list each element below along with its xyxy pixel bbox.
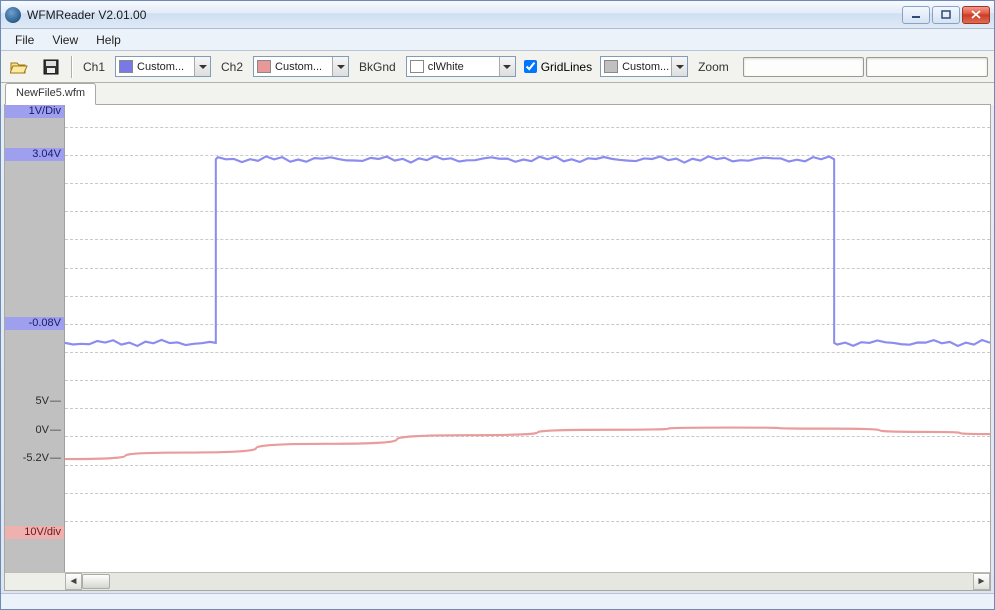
ch2-trace (65, 428, 990, 459)
menu-help[interactable]: Help (88, 31, 129, 49)
gridlines-checkbox[interactable]: GridLines (524, 60, 592, 74)
app-icon (5, 7, 21, 23)
folder-open-icon (10, 59, 28, 75)
chevron-down-icon (332, 57, 348, 76)
chevron-down-icon (499, 57, 515, 76)
ch2-color-combo[interactable]: Custom... (253, 56, 349, 77)
ch1-high-label: 3.04V (5, 148, 64, 161)
menubar: File View Help (1, 29, 994, 51)
close-button[interactable] (962, 6, 990, 24)
y-axis-gutter: 1V/Div 3.04V -0.08V 5V 0V -5.2V 10V/div (5, 105, 65, 572)
tabbar: NewFile5.wfm (1, 83, 994, 105)
horizontal-scrollbar[interactable]: ◄ ► (5, 572, 990, 590)
ch1-low-label: -0.08V (5, 317, 64, 330)
waveform-plot[interactable] (65, 105, 990, 572)
menu-file[interactable]: File (7, 31, 42, 49)
ch1-trace (65, 156, 990, 346)
open-button[interactable] (7, 55, 31, 79)
scroll-right-button[interactable]: ► (973, 573, 990, 590)
menu-view[interactable]: View (44, 31, 86, 49)
minimize-button[interactable] (902, 6, 930, 24)
ch2-5v-label: 5V (33, 395, 64, 408)
chevron-down-icon (671, 57, 687, 76)
window-title: WFMReader V2.01.00 (27, 8, 146, 22)
statusbar (1, 593, 994, 609)
ch1-color-combo[interactable]: Custom... (115, 56, 211, 77)
save-button[interactable] (39, 55, 63, 79)
content-area: 1V/Div 3.04V -0.08V 5V 0V -5.2V 10V/div ◄ ► (4, 104, 991, 591)
scroll-left-button[interactable]: ◄ (65, 573, 82, 590)
ch2-label: Ch2 (221, 60, 243, 74)
bkgnd-color-combo[interactable]: clWhite (406, 56, 516, 77)
bkgnd-label: BkGnd (359, 60, 396, 74)
zoom-slider[interactable] (743, 57, 988, 77)
toolbar: Ch1 Custom... Ch2 Custom... BkGnd clWhit… (1, 51, 994, 83)
zoom-label: Zoom (698, 60, 729, 74)
scrollbar-thumb[interactable] (82, 574, 110, 589)
grid-color-combo[interactable]: Custom... (600, 56, 688, 77)
chevron-down-icon (194, 57, 210, 76)
maximize-button[interactable] (932, 6, 960, 24)
tab-file[interactable]: NewFile5.wfm (5, 83, 96, 105)
titlebar: WFMReader V2.01.00 (1, 1, 994, 29)
ch2-scale-badge: 10V/div (5, 526, 64, 539)
ch1-label: Ch1 (83, 60, 105, 74)
ch2-m52v-label: -5.2V (20, 452, 64, 465)
floppy-icon (43, 59, 59, 75)
ch2-0v-label: 0V (33, 424, 64, 437)
ch1-scale-badge: 1V/Div (5, 105, 64, 118)
